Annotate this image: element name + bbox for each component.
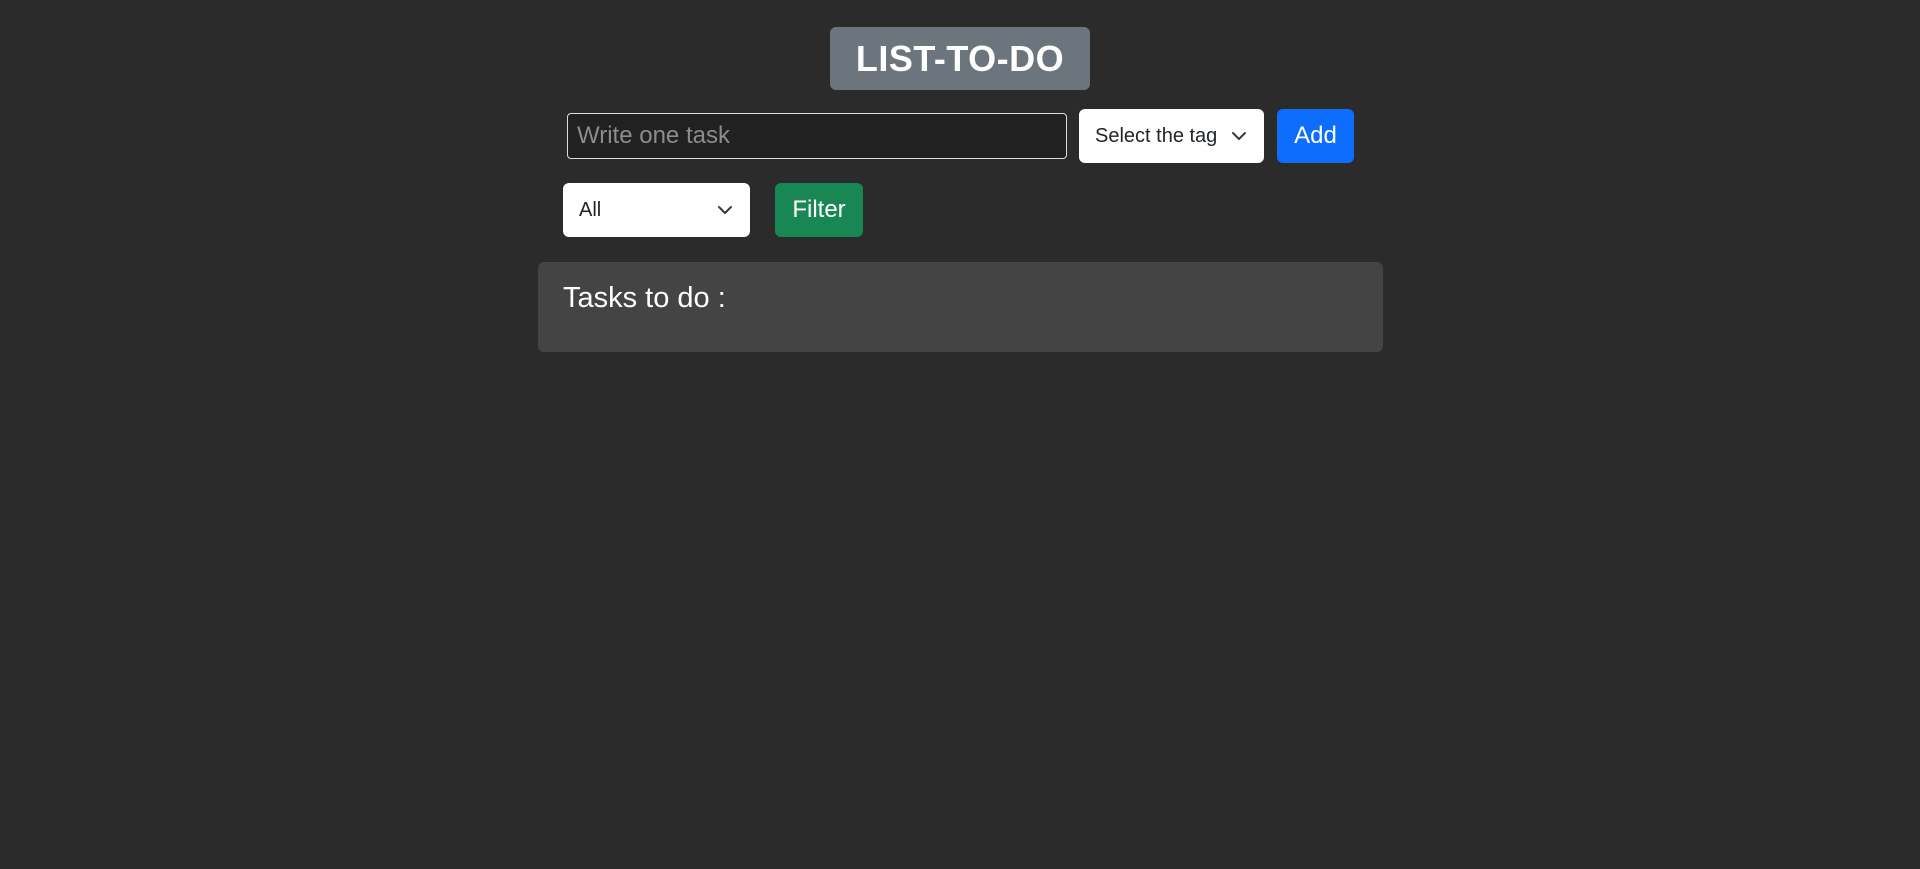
filter-select-value: All: [579, 198, 602, 221]
chevron-down-icon: [1230, 127, 1248, 145]
add-button[interactable]: Add: [1277, 109, 1354, 163]
filter-select[interactable]: All: [563, 183, 750, 237]
tag-select[interactable]: Select the tag: [1079, 109, 1264, 163]
filter-button[interactable]: Filter: [775, 183, 863, 237]
chevron-down-icon: [716, 201, 734, 219]
tasks-panel: Tasks to do :: [538, 262, 1383, 352]
task-input[interactable]: [567, 113, 1067, 159]
tasks-heading: Tasks to do :: [563, 282, 726, 314]
tag-select-value: Select the tag: [1095, 124, 1218, 147]
page-title: LIST-TO-DO: [830, 27, 1090, 90]
